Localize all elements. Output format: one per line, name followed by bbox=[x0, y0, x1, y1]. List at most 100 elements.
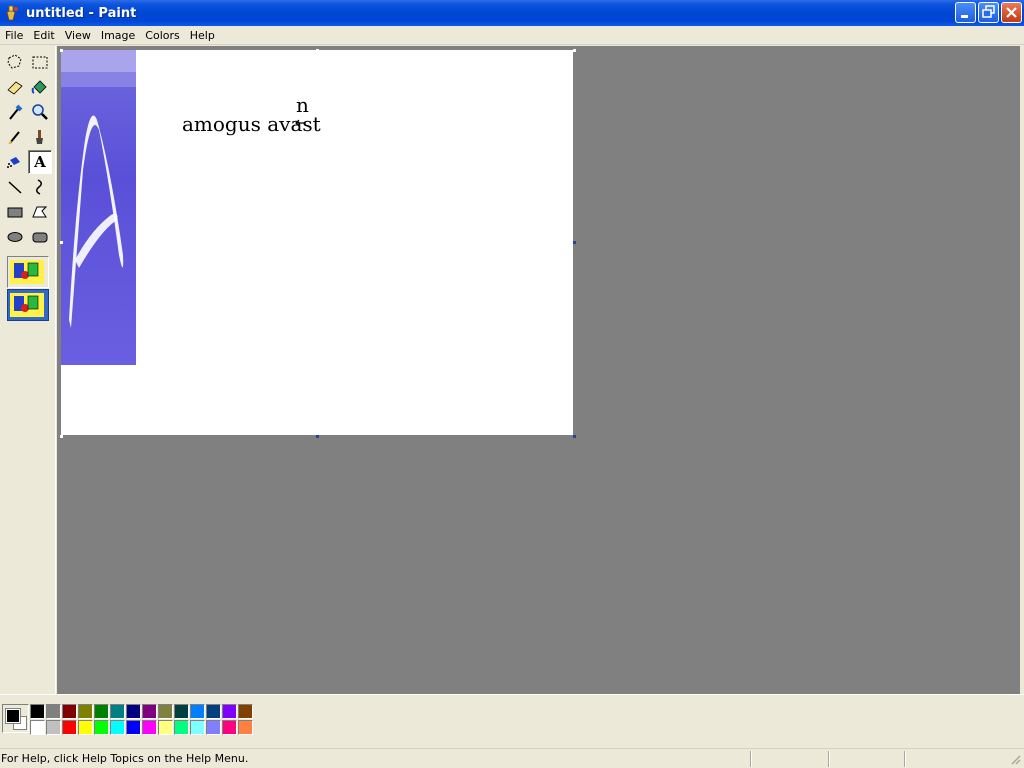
resize-handle-left bbox=[60, 241, 63, 244]
color-swatch[interactable] bbox=[238, 704, 253, 719]
curve-tool[interactable] bbox=[28, 175, 52, 199]
color-swatch[interactable] bbox=[46, 720, 61, 735]
color-swatch[interactable] bbox=[190, 704, 205, 719]
eraser-tool[interactable] bbox=[3, 75, 27, 99]
color-swatch[interactable] bbox=[222, 720, 237, 735]
text-tool[interactable]: A bbox=[28, 150, 52, 174]
transparent-background-icon bbox=[10, 293, 44, 317]
tool-box: A bbox=[0, 46, 56, 694]
menu-edit[interactable]: Edit bbox=[28, 29, 59, 42]
resize-handle-top-left bbox=[60, 49, 63, 52]
pencil-icon bbox=[8, 131, 20, 145]
color-swatch[interactable] bbox=[62, 704, 77, 719]
polygon-icon bbox=[32, 206, 48, 218]
free-form-select-tool[interactable] bbox=[3, 50, 27, 74]
color-swatch[interactable] bbox=[142, 720, 157, 735]
magnifier-icon bbox=[32, 104, 48, 120]
svg-text:A: A bbox=[33, 153, 46, 171]
close-icon bbox=[1006, 7, 1017, 18]
pick-color-tool[interactable] bbox=[3, 100, 27, 124]
eraser-icon bbox=[7, 81, 23, 95]
rectangle-icon bbox=[7, 207, 23, 218]
status-separator bbox=[750, 751, 752, 767]
resize-handle-bottom[interactable] bbox=[316, 435, 319, 438]
menu-image[interactable]: Image bbox=[96, 29, 140, 42]
ellipse-icon bbox=[7, 232, 23, 242]
menu-help[interactable]: Help bbox=[185, 29, 220, 42]
text-cursor-icon bbox=[295, 119, 306, 127]
rounded-rectangle-tool[interactable] bbox=[28, 225, 52, 249]
color-swatch[interactable] bbox=[78, 720, 93, 735]
color-swatch[interactable] bbox=[174, 720, 189, 735]
select-icon bbox=[32, 56, 48, 69]
text-transparency-option-opaque[interactable] bbox=[7, 256, 49, 288]
paint-app-icon[interactable] bbox=[4, 5, 20, 21]
status-separator bbox=[828, 751, 830, 767]
minimize-icon bbox=[961, 15, 968, 18]
resize-handle-right[interactable] bbox=[573, 241, 576, 244]
resize-handle-bottom-right[interactable] bbox=[573, 435, 576, 438]
window-title: untitled - Paint bbox=[26, 5, 137, 21]
menu-view[interactable]: View bbox=[60, 29, 96, 42]
curve-icon bbox=[36, 179, 42, 195]
color-swatch[interactable] bbox=[30, 720, 45, 735]
color-swatch[interactable] bbox=[206, 720, 221, 735]
color-swatch[interactable] bbox=[62, 720, 77, 735]
magnifier-tool[interactable] bbox=[28, 100, 52, 124]
minimize-button[interactable] bbox=[955, 2, 976, 23]
color-swatch[interactable] bbox=[142, 704, 157, 719]
color-swatch[interactable] bbox=[110, 720, 125, 735]
menu-file[interactable]: File bbox=[0, 29, 28, 42]
resize-handle-top bbox=[316, 49, 319, 52]
color-swatch[interactable] bbox=[94, 720, 109, 735]
menu-bar: File Edit View Image Colors Help bbox=[0, 26, 1024, 45]
brush-icon bbox=[36, 130, 43, 144]
color-swatch[interactable] bbox=[222, 704, 237, 719]
text-transparency-option-transparent[interactable] bbox=[7, 289, 49, 321]
brush-tool[interactable] bbox=[28, 125, 52, 149]
airbrush-tool[interactable] bbox=[3, 150, 27, 174]
resize-handle-bottom-left bbox=[60, 435, 63, 438]
fill-with-color-tool[interactable] bbox=[28, 75, 52, 99]
drawing-canvas[interactable]: n amogus avast bbox=[61, 50, 573, 435]
restore-button[interactable] bbox=[978, 2, 999, 23]
color-swatch[interactable] bbox=[190, 720, 205, 735]
free-form-select-icon bbox=[7, 54, 22, 69]
title-bar[interactable]: untitled - Paint bbox=[0, 0, 1024, 26]
color-swatch[interactable] bbox=[78, 704, 93, 719]
current-colors[interactable] bbox=[2, 704, 29, 733]
workspace: n amogus avast bbox=[57, 46, 1020, 694]
line-tool[interactable] bbox=[3, 175, 27, 199]
polygon-tool[interactable] bbox=[28, 200, 52, 224]
line-icon bbox=[8, 181, 22, 194]
fill-with-color-icon bbox=[31, 80, 47, 94]
color-swatch[interactable] bbox=[46, 704, 61, 719]
size-grip-icon[interactable] bbox=[1008, 752, 1022, 766]
color-box bbox=[0, 694, 1024, 742]
color-swatch[interactable] bbox=[206, 704, 221, 719]
select-tool[interactable] bbox=[28, 50, 52, 74]
color-swatch[interactable] bbox=[158, 704, 173, 719]
rounded-rectangle-icon bbox=[32, 232, 48, 243]
menu-colors[interactable]: Colors bbox=[140, 29, 184, 42]
status-help-text: For Help, click Help Topics on the Help … bbox=[1, 752, 249, 765]
color-swatch[interactable] bbox=[94, 704, 109, 719]
color-swatch[interactable] bbox=[158, 720, 173, 735]
pencil-tool[interactable] bbox=[3, 125, 27, 149]
color-swatch[interactable] bbox=[30, 704, 45, 719]
text-icon: A bbox=[33, 153, 46, 171]
status-bar: For Help, click Help Topics on the Help … bbox=[0, 748, 1024, 768]
pasted-image bbox=[61, 50, 136, 365]
pasted-letter-a-image bbox=[61, 50, 136, 328]
resize-handle-top-right bbox=[573, 49, 576, 52]
rectangle-tool[interactable] bbox=[3, 200, 27, 224]
airbrush-icon bbox=[7, 157, 20, 168]
color-swatch[interactable] bbox=[174, 704, 189, 719]
color-swatch[interactable] bbox=[126, 704, 141, 719]
opaque-background-icon bbox=[10, 260, 44, 284]
color-swatch[interactable] bbox=[110, 704, 125, 719]
color-swatch[interactable] bbox=[238, 720, 253, 735]
color-swatch[interactable] bbox=[126, 720, 141, 735]
close-button[interactable] bbox=[1001, 2, 1022, 23]
ellipse-tool[interactable] bbox=[3, 225, 27, 249]
